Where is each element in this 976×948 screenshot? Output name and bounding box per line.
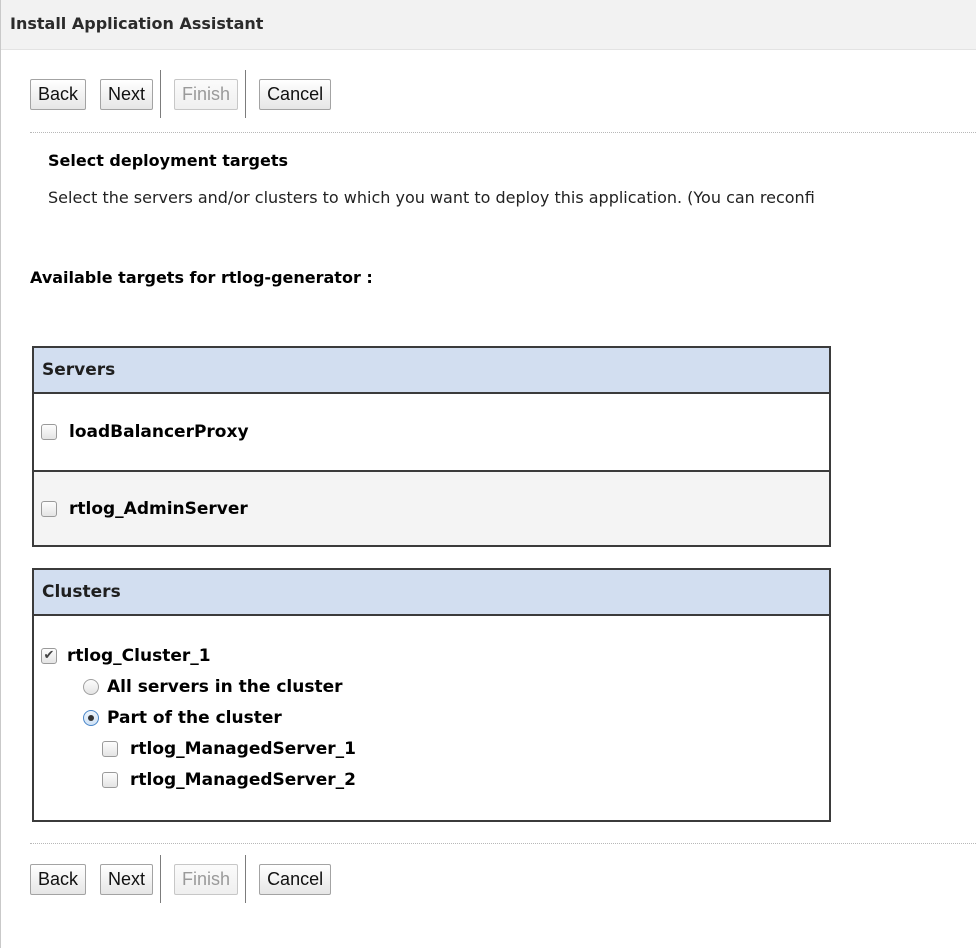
cancel-button[interactable]: Cancel <box>259 78 332 110</box>
member-row-managedserver-1: rtlog_ManagedServer_1 <box>41 733 829 764</box>
section-description: Select the servers and/or clusters to wh… <box>48 188 815 207</box>
back-button[interactable]: Back <box>30 78 87 110</box>
bottom-toolbar: Back Next Finish Cancel <box>30 855 345 903</box>
toolbar-separator <box>245 855 247 903</box>
member-checkbox-managedserver-2[interactable] <box>102 771 118 788</box>
cluster-label: rtlog_Cluster_1 <box>67 645 211 666</box>
server-row-loadbalancerproxy: loadBalancerProxy <box>34 394 829 470</box>
next-button[interactable]: Next <box>100 863 154 895</box>
divider <box>30 843 976 844</box>
page-title: Install Application Assistant <box>1 0 976 50</box>
server-label: loadBalancerProxy <box>69 422 249 442</box>
servers-table: Servers loadBalancerProxy rtlog_AdminSer… <box>32 346 831 547</box>
member-row-managedserver-2: rtlog_ManagedServer_2 <box>41 764 829 795</box>
clusters-table: Clusters ✔ rtlog_Cluster_1 All servers i… <box>32 568 831 822</box>
finish-button[interactable]: Finish <box>174 863 239 895</box>
cluster-tree: ✔ rtlog_Cluster_1 All servers in the clu… <box>34 616 829 795</box>
next-button[interactable]: Next <box>100 78 154 110</box>
server-checkbox-rtlog-adminserver[interactable] <box>41 500 57 517</box>
member-checkbox-managedserver-1[interactable] <box>102 740 118 757</box>
available-targets-heading: Available targets for rtlog-generator : <box>30 268 373 287</box>
toolbar-separator <box>160 855 162 903</box>
cluster-option-part-of-cluster: Part of the cluster <box>41 702 829 733</box>
cluster-row: ✔ rtlog_Cluster_1 <box>41 640 829 671</box>
divider <box>30 132 976 133</box>
install-application-assistant: Install Application Assistant Back Next … <box>0 0 976 948</box>
member-label: rtlog_ManagedServer_1 <box>130 738 356 759</box>
toolbar-separator <box>245 70 247 118</box>
server-row-rtlog-adminserver: rtlog_AdminServer <box>34 470 829 545</box>
member-label: rtlog_ManagedServer_2 <box>130 769 356 790</box>
section-title: Select deployment targets <box>48 151 289 170</box>
toolbar-separator <box>160 70 162 118</box>
server-label: rtlog_AdminServer <box>69 498 248 519</box>
back-button[interactable]: Back <box>30 863 87 895</box>
server-checkbox-loadbalancerproxy[interactable] <box>41 424 57 440</box>
cancel-button[interactable]: Cancel <box>259 863 332 895</box>
radio-dot-icon <box>88 714 94 721</box>
option-label: Part of the cluster <box>107 707 282 728</box>
part-of-cluster-radio[interactable] <box>83 709 99 726</box>
all-servers-radio[interactable] <box>83 678 99 695</box>
cluster-option-all-servers: All servers in the cluster <box>41 671 829 702</box>
cluster-checkbox[interactable]: ✔ <box>41 647 57 664</box>
servers-header: Servers <box>34 348 829 394</box>
clusters-header: Clusters <box>34 570 829 616</box>
option-label: All servers in the cluster <box>107 676 343 697</box>
top-toolbar: Back Next Finish Cancel <box>30 70 345 118</box>
finish-button[interactable]: Finish <box>174 78 239 110</box>
